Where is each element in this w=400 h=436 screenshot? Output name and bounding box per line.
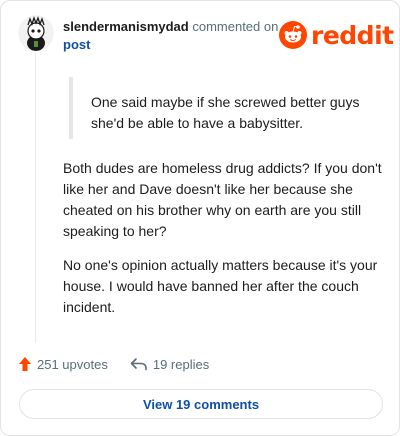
- post-link[interactable]: post: [63, 37, 90, 52]
- view-comments-button[interactable]: View 19 comments: [19, 389, 383, 419]
- snoo-avatar-icon: [18, 15, 54, 51]
- username-link[interactable]: slendermanismydad: [63, 19, 189, 34]
- avatar[interactable]: [18, 15, 54, 51]
- upvotes-count: 251 upvotes: [37, 356, 108, 372]
- reddit-snoo-icon: [279, 21, 307, 49]
- comment-header: slendermanismydad commented on: [63, 19, 278, 34]
- comment-paragraph: No one's opinion actually matters becaus…: [63, 257, 378, 315]
- upvote-arrow-icon: [19, 357, 31, 371]
- blockquote-bar: [69, 77, 73, 139]
- replies-count: 19 replies: [152, 356, 210, 372]
- thread-line[interactable]: [35, 53, 36, 343]
- upvote-button[interactable]: 251 upvotes: [18, 356, 108, 372]
- comment-card: slendermanismydad commented on post redd…: [0, 0, 400, 436]
- action-text: commented on: [192, 19, 279, 34]
- reddit-wordmark: reddit: [311, 20, 394, 50]
- reply-arrow-icon: [130, 358, 147, 371]
- comment-paragraph: Both dudes are homeless drug addicts? If…: [63, 160, 382, 239]
- replies-button[interactable]: 19 replies: [130, 357, 209, 372]
- blockquote-text: One said maybe if she screwed better guy…: [91, 94, 360, 131]
- reddit-logo[interactable]: reddit: [279, 20, 394, 50]
- comment-actions: 251 upvotes 19 replies: [18, 355, 209, 373]
